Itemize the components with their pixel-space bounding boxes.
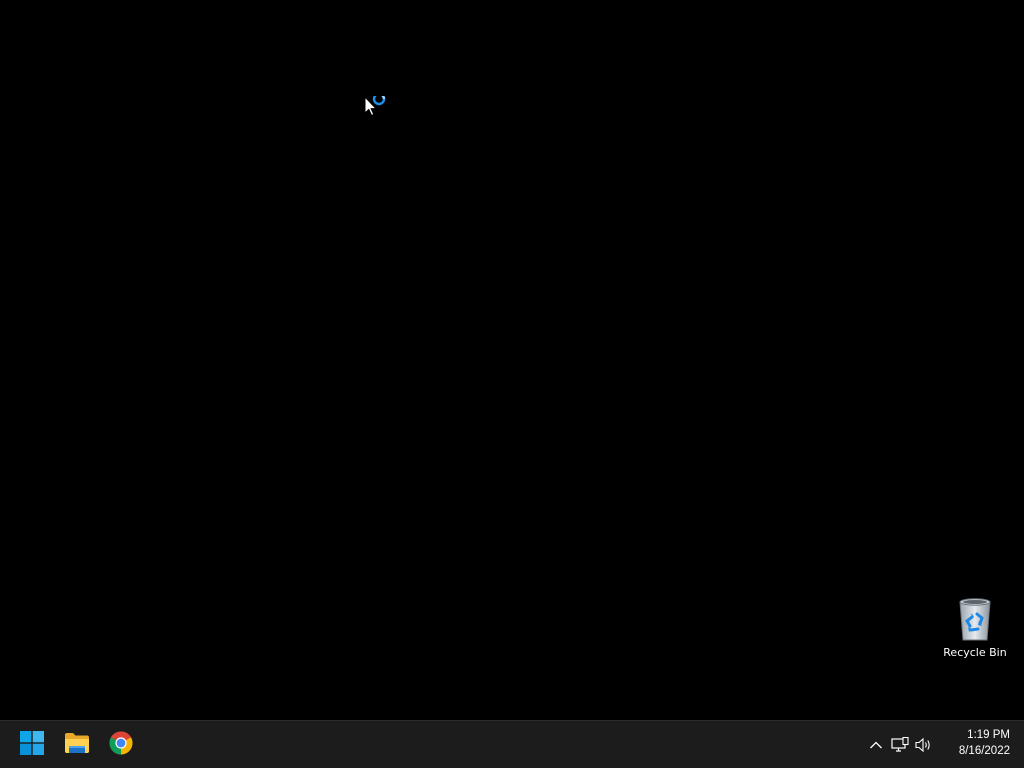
windows-start-icon <box>20 730 44 759</box>
chrome-icon <box>109 731 133 759</box>
folder-icon <box>64 732 90 758</box>
clock-time: 1:19 PM <box>967 729 1010 741</box>
chevron-up-icon[interactable] <box>864 721 888 768</box>
desktop[interactable]: Recycle Bin <box>0 0 1024 720</box>
recycle-bin-label: Recycle Bin <box>943 646 1007 659</box>
file-explorer-button[interactable] <box>55 721 99 768</box>
volume-icon[interactable] <box>912 721 936 768</box>
system-tray <box>864 721 936 768</box>
start-button[interactable] <box>10 721 54 768</box>
taskbar: 1:19 PM 8/16/2022 <box>0 720 1024 768</box>
network-icon[interactable] <box>888 721 912 768</box>
recycle-bin-shortcut[interactable]: Recycle Bin <box>942 594 1008 666</box>
chrome-button[interactable] <box>99 721 143 768</box>
recycle-bin-icon <box>955 594 995 642</box>
clock[interactable]: 1:19 PM 8/16/2022 <box>944 727 1010 759</box>
arrow-busy-cursor-icon <box>364 92 388 118</box>
clock-date: 8/16/2022 <box>958 745 1010 757</box>
